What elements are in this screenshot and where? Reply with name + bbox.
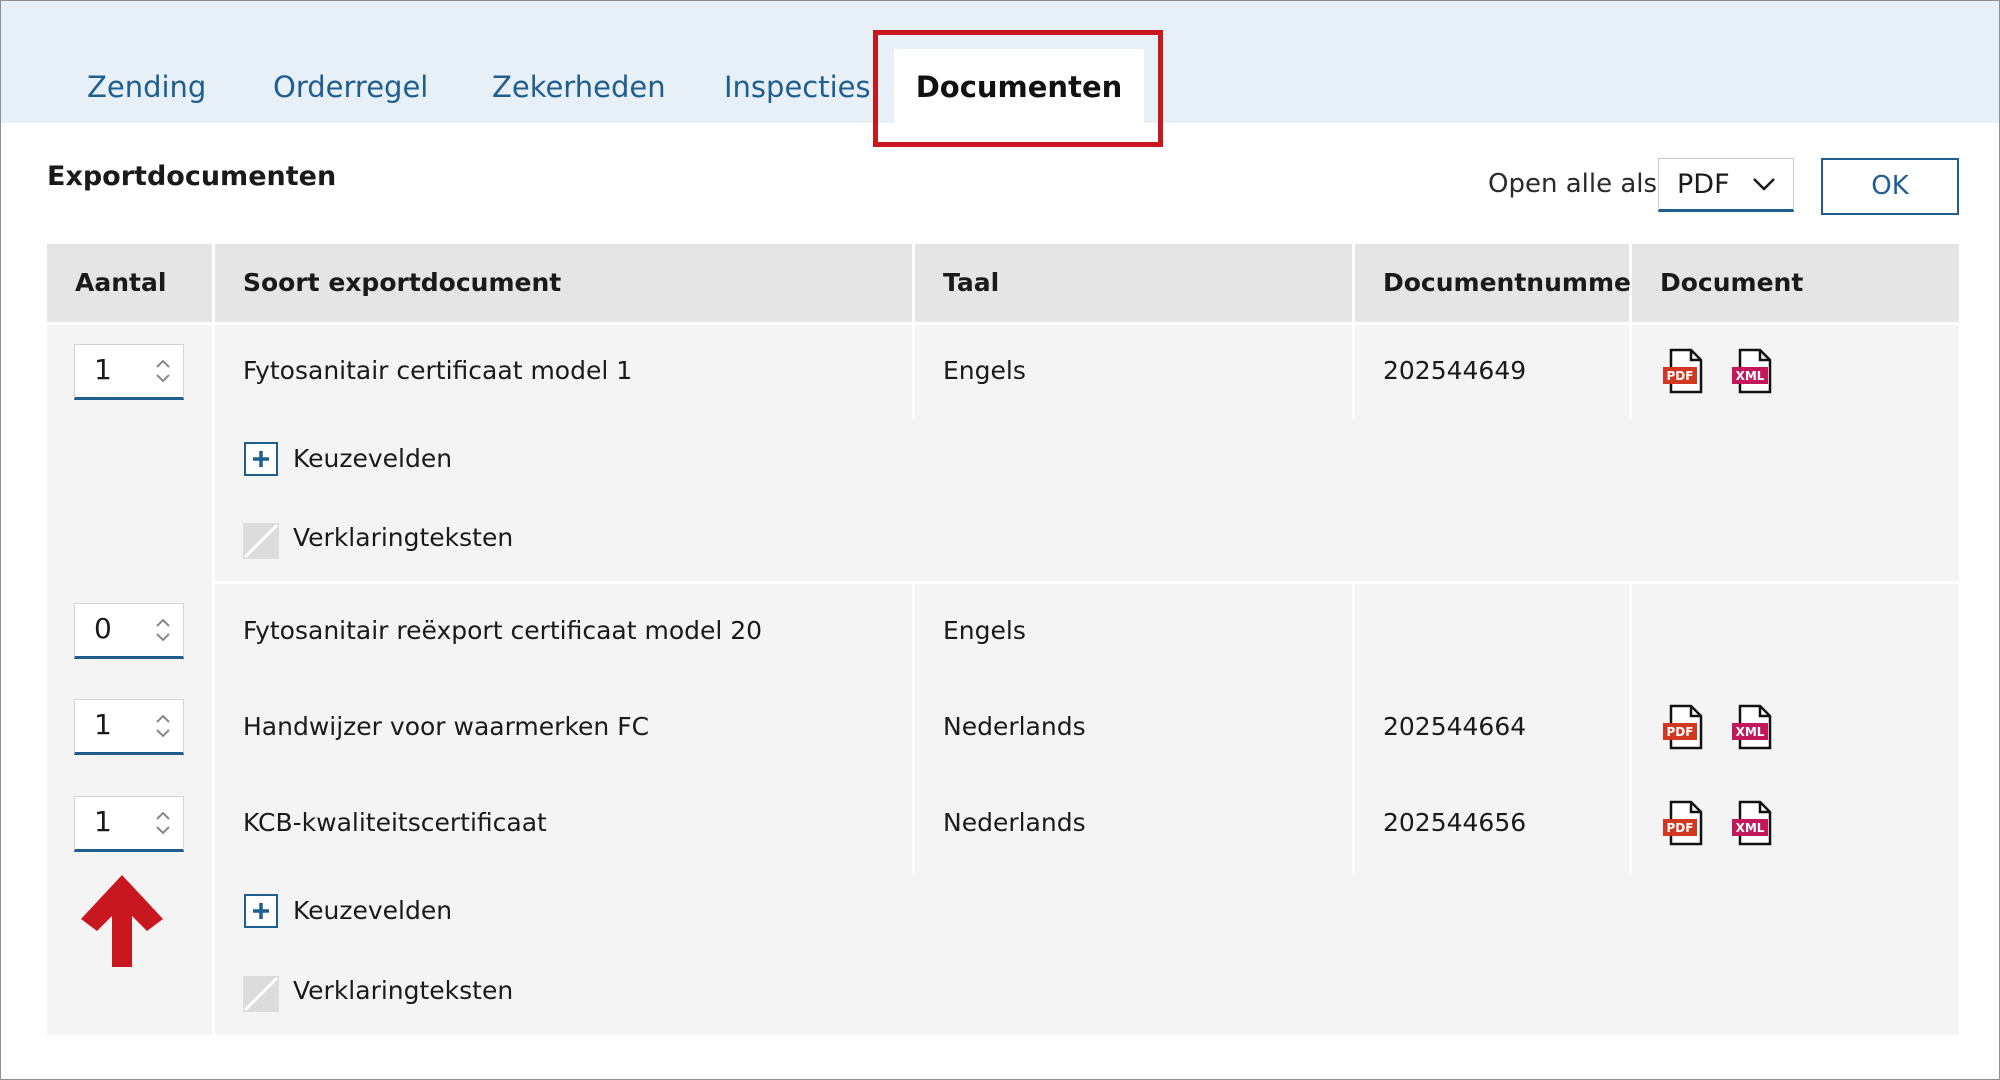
tab-zekerheden[interactable]: Zekerheden <box>492 59 666 115</box>
row-2-type: Fytosanitair reëxport certificaat model … <box>243 616 763 645</box>
format-select-value: PDF <box>1677 169 1730 200</box>
header-aantal: Aantal <box>47 244 212 322</box>
verklaringteksten-toggle: Verklaringteksten <box>293 976 514 1005</box>
svg-text:PDF: PDF <box>1667 725 1694 739</box>
tab-orderregel[interactable]: Orderregel <box>273 59 428 115</box>
xml-file-icon[interactable]: XML <box>1730 799 1778 847</box>
tab-bar: Zending Orderregel Zekerheden Inspecties… <box>1 1 1999 123</box>
row-4-options-bg <box>215 874 1959 1035</box>
xml-file-icon[interactable]: XML <box>1730 703 1778 751</box>
header-document: Document <box>1632 244 1959 322</box>
quantity-value: 0 <box>94 612 112 645</box>
tab-documenten[interactable]: Documenten <box>894 49 1144 123</box>
stepper-arrows-icon[interactable] <box>151 803 175 843</box>
red-arrow-up-icon <box>77 871 167 971</box>
quantity-value: 1 <box>94 805 112 838</box>
pdf-file-icon[interactable]: PDF <box>1661 347 1709 395</box>
quantity-stepper[interactable]: 1 <box>74 699 184 755</box>
row-3-language: Nederlands <box>943 712 1086 741</box>
section-title: Exportdocumenten <box>47 161 337 192</box>
chevron-down-icon <box>1751 169 1777 203</box>
row-3-type: Handwijzer voor waarmerken FC <box>243 712 650 741</box>
tab-zending[interactable]: Zending <box>87 59 206 115</box>
header-soort: Soort exportdocument <box>215 244 912 322</box>
pdf-file-icon[interactable]: PDF <box>1661 703 1709 751</box>
row-4-type: KCB-kwaliteitscertificaat <box>243 808 547 837</box>
quantity-value: 1 <box>94 353 112 386</box>
disabled-checkbox-icon <box>243 976 279 1012</box>
disabled-checkbox-icon <box>243 523 279 559</box>
stepper-arrows-icon[interactable] <box>151 706 175 746</box>
header-taal: Taal <box>915 244 1352 322</box>
row-1-language: Engels <box>943 356 1026 385</box>
svg-text:PDF: PDF <box>1667 821 1694 835</box>
row-1-type: Fytosanitair certificaat model 1 <box>243 356 633 385</box>
pdf-file-icon[interactable]: PDF <box>1661 799 1709 847</box>
row-3-doc-number: 202544664 <box>1383 712 1527 741</box>
documents-panel: Zending Orderregel Zekerheden Inspecties… <box>0 0 2000 1080</box>
row-1-doc-number: 202544649 <box>1383 356 1527 385</box>
quantity-value: 1 <box>94 708 112 741</box>
quantity-stepper[interactable]: 1 <box>74 344 184 400</box>
quantity-stepper[interactable]: 0 <box>74 603 184 659</box>
open-all-label: Open alle als <box>1488 169 1658 199</box>
verklaringteksten-toggle: Verklaringteksten <box>293 523 514 552</box>
svg-text:XML: XML <box>1736 821 1765 835</box>
svg-text:XML: XML <box>1736 369 1765 383</box>
svg-text:PDF: PDF <box>1667 369 1694 383</box>
format-select[interactable]: PDF <box>1658 158 1794 212</box>
row-1-options-bg <box>215 419 1959 581</box>
expand-plus-icon[interactable] <box>244 894 278 928</box>
svg-text:XML: XML <box>1736 725 1765 739</box>
stepper-arrows-icon[interactable] <box>151 351 175 391</box>
quantity-stepper[interactable]: 1 <box>74 796 184 852</box>
xml-file-icon[interactable]: XML <box>1730 347 1778 395</box>
keuzevelden-toggle[interactable]: Keuzevelden <box>293 444 452 473</box>
row-2-language: Engels <box>943 616 1026 645</box>
keuzevelden-toggle[interactable]: Keuzevelden <box>293 896 452 925</box>
row-4-language: Nederlands <box>943 808 1086 837</box>
tab-inspecties[interactable]: Inspecties <box>724 59 871 115</box>
header-documentnummer: Documentnummer <box>1355 244 1643 322</box>
ok-button[interactable]: OK <box>1821 158 1959 215</box>
stepper-arrows-icon[interactable] <box>151 610 175 650</box>
expand-plus-icon[interactable] <box>244 442 278 476</box>
row-4-doc-number: 202544656 <box>1383 808 1527 837</box>
